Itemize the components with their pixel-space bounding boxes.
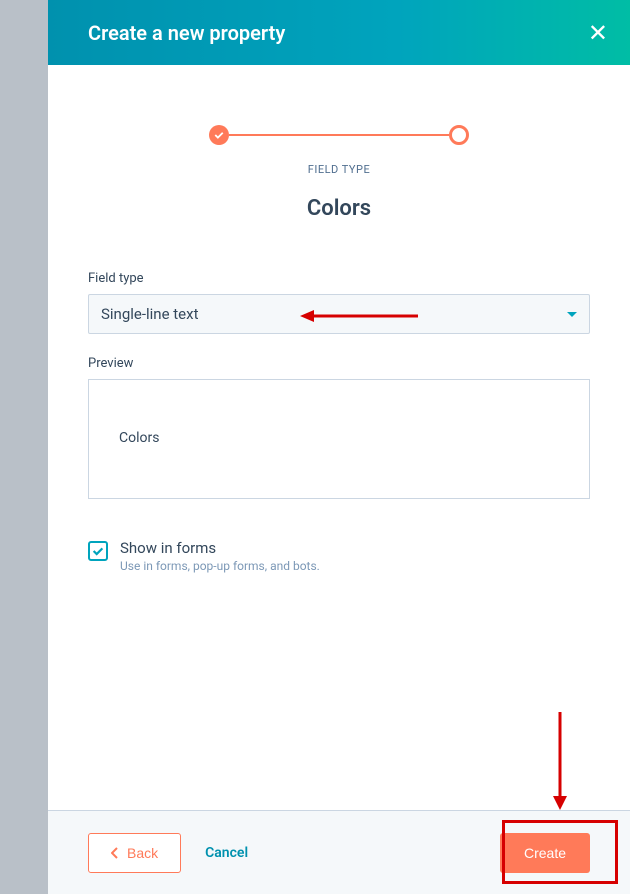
check-icon [91, 544, 105, 558]
check-icon [213, 129, 225, 141]
property-name-heading: Colors [88, 196, 590, 221]
step-basic-info-done[interactable] [209, 125, 229, 145]
step-field-type-current[interactable] [449, 125, 469, 145]
show-in-forms-sublabel: Use in forms, pop-up forms, and bots. [120, 559, 320, 573]
show-in-forms-checkbox[interactable] [88, 541, 108, 561]
back-button-label: Back [127, 845, 158, 861]
stepper [88, 125, 590, 145]
show-in-forms-option: Show in forms Use in forms, pop-up forms… [88, 539, 590, 573]
preview-box: Colors [88, 379, 590, 499]
field-type-label: Field type [88, 271, 590, 286]
modal-body: FIELD TYPE Colors Field type Single-line… [48, 65, 630, 810]
field-type-select-wrap: Single-line text [88, 294, 590, 334]
modal-title: Create a new property [88, 21, 285, 45]
create-button[interactable]: Create [500, 833, 590, 873]
field-type-value: Single-line text [101, 305, 198, 323]
footer-left: Back Cancel [88, 833, 248, 873]
chevron-down-icon [567, 312, 577, 317]
step-connector [229, 134, 449, 136]
modal-header: Create a new property ✕ [48, 0, 630, 65]
show-in-forms-label: Show in forms [120, 539, 320, 557]
preview-label: Preview [88, 356, 590, 371]
chevron-left-icon [111, 847, 119, 859]
field-type-select[interactable]: Single-line text [88, 294, 590, 334]
preview-value: Colors [119, 430, 559, 446]
step-label: FIELD TYPE [88, 163, 590, 176]
modal-footer: Back Cancel Create [48, 810, 630, 894]
close-icon[interactable]: ✕ [588, 21, 608, 45]
create-property-modal: Create a new property ✕ FIELD TYPE Color… [48, 0, 630, 894]
backdrop [0, 0, 48, 894]
show-in-forms-text: Show in forms Use in forms, pop-up forms… [120, 539, 320, 573]
back-button[interactable]: Back [88, 833, 181, 873]
cancel-link[interactable]: Cancel [205, 845, 248, 861]
